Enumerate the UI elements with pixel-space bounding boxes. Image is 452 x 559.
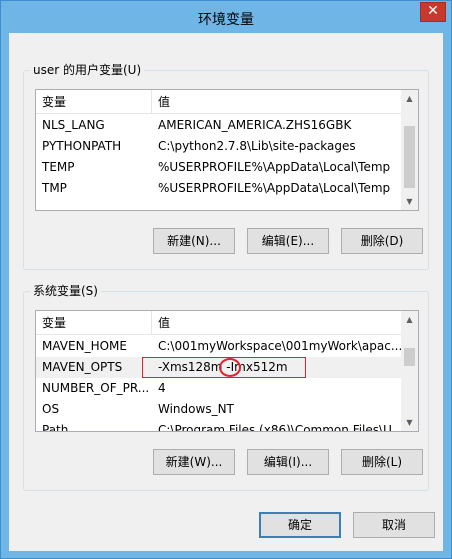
variable-value: C:\001myWorkspace\001myWork\apac...: [158, 339, 403, 353]
variable-name: MAVEN_HOME: [42, 339, 127, 353]
list-header: 变量 值: [36, 311, 418, 335]
user-variables-list[interactable]: 变量 值 NLS_LANG AMERICAN_AMERICA.ZHS16GBK …: [35, 89, 419, 211]
column-header-variable[interactable]: 变量: [36, 90, 152, 114]
system-variables-list[interactable]: 变量 值 MAVEN_HOME C:\001myWorkspace\001myW…: [35, 310, 419, 432]
variable-value: 4: [158, 381, 166, 395]
close-button[interactable]: ✕: [420, 2, 446, 22]
column-header-variable[interactable]: 变量: [36, 311, 152, 335]
scrollbar-thumb[interactable]: [404, 348, 415, 366]
scroll-down-arrow-icon[interactable]: ▼: [401, 414, 418, 431]
user-variables-group: user 的用户变量(U) 变量 值 NLS_LANG AMERICAN_AME…: [23, 62, 429, 270]
scroll-down-arrow-icon[interactable]: ▼: [401, 193, 418, 210]
user-new-button[interactable]: 新建(N)...: [153, 228, 235, 254]
system-new-button[interactable]: 新建(W)...: [153, 449, 235, 475]
list-item[interactable]: TEMP %USERPROFILE%\AppData\Local\Temp: [36, 157, 418, 178]
variable-name: MAVEN_OPTS: [42, 360, 123, 374]
variable-value: Windows_NT: [158, 402, 234, 416]
vertical-scrollbar[interactable]: ▲ ▼: [401, 90, 418, 210]
list-item[interactable]: OS Windows_NT: [36, 399, 418, 420]
list-item[interactable]: TMP %USERPROFILE%\AppData\Local\Temp: [36, 178, 418, 199]
variable-value: C:\Program Files (x86)\Common Files\U...: [158, 423, 403, 432]
variable-name: Path: [42, 423, 69, 432]
list-item[interactable]: NUMBER_OF_PR... 4: [36, 378, 418, 399]
cancel-button[interactable]: 取消: [353, 512, 435, 538]
variable-name: TEMP: [42, 160, 75, 174]
system-variables-group: 系统变量(S) 变量 值 MAVEN_HOME C:\001myWorkspac…: [23, 283, 429, 491]
scrollbar-thumb[interactable]: [404, 126, 415, 188]
system-edit-button[interactable]: 编辑(I)...: [247, 449, 329, 475]
variable-value: %USERPROFILE%\AppData\Local\Temp: [158, 160, 391, 174]
variable-value: AMERICAN_AMERICA.ZHS16GBK: [158, 118, 352, 132]
dialog-title: 环境变量: [198, 12, 254, 28]
scroll-up-arrow-icon[interactable]: ▲: [401, 311, 418, 328]
user-variables-group-label: user 的用户变量(U): [30, 62, 145, 78]
variable-value: C:\python2.7.8\Lib\site-packages: [158, 139, 356, 153]
system-variables-group-label: 系统变量(S): [30, 283, 101, 299]
variable-name: NLS_LANG: [42, 118, 105, 132]
user-edit-button[interactable]: 编辑(E)...: [247, 228, 329, 254]
title-bar[interactable]: 环境变量 ✕: [1, 1, 451, 33]
environment-variables-dialog: 环境变量 ✕ user 的用户变量(U) 变量 值 NLS_LANG AMERI…: [0, 0, 452, 559]
variable-name: TMP: [42, 181, 67, 195]
red-highlight-circle: [219, 358, 241, 377]
column-header-value[interactable]: 值: [152, 90, 403, 114]
vertical-scrollbar[interactable]: ▲ ▼: [401, 311, 418, 431]
column-header-value[interactable]: 值: [152, 311, 403, 335]
list-header: 变量 值: [36, 90, 418, 114]
user-delete-button[interactable]: 删除(D): [341, 228, 423, 254]
list-item[interactable]: MAVEN_HOME C:\001myWorkspace\001myWork\a…: [36, 336, 418, 357]
close-icon: ✕: [427, 3, 439, 19]
variable-value: %USERPROFILE%\AppData\Local\Temp: [158, 181, 391, 195]
dialog-client-area: user 的用户变量(U) 变量 值 NLS_LANG AMERICAN_AME…: [9, 33, 443, 551]
variable-name: NUMBER_OF_PR...: [42, 381, 150, 395]
ok-button[interactable]: 确定: [259, 512, 341, 538]
list-item[interactable]: Path C:\Program Files (x86)\Common Files…: [36, 420, 418, 432]
variable-name: OS: [42, 402, 60, 416]
list-item[interactable]: PYTHONPATH C:\python2.7.8\Lib\site-packa…: [36, 136, 418, 157]
variable-name: PYTHONPATH: [42, 139, 122, 153]
system-delete-button[interactable]: 删除(L): [341, 449, 423, 475]
list-item[interactable]: NLS_LANG AMERICAN_AMERICA.ZHS16GBK: [36, 115, 418, 136]
scroll-up-arrow-icon[interactable]: ▲: [401, 90, 418, 107]
